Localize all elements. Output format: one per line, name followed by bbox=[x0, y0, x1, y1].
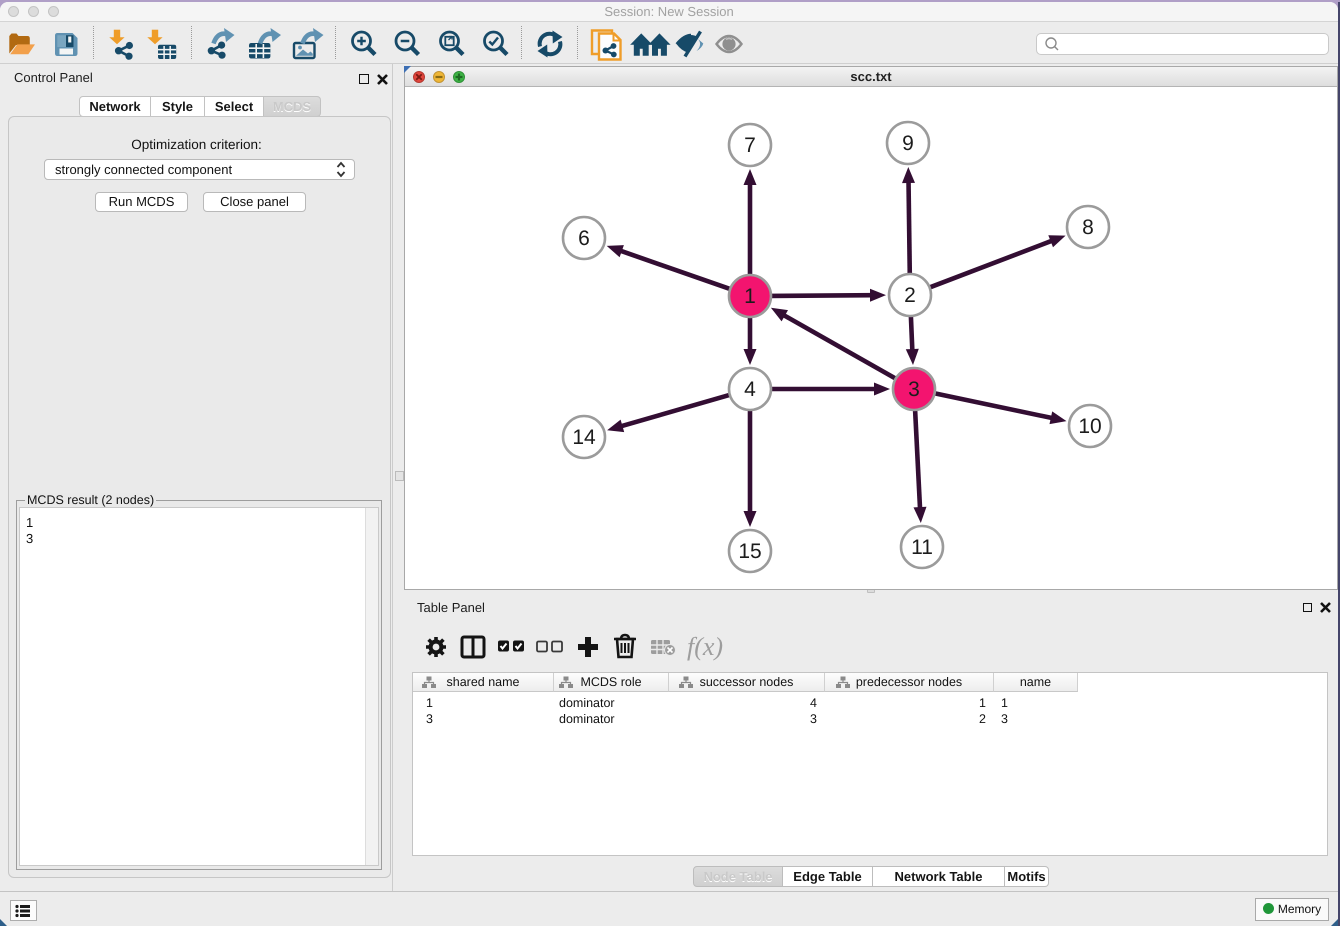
svg-text:10: 10 bbox=[1078, 415, 1101, 438]
svg-text:3: 3 bbox=[908, 378, 920, 401]
svg-text:4: 4 bbox=[744, 378, 756, 401]
svg-text:15: 15 bbox=[738, 540, 761, 563]
svg-text:f(x): f(x) bbox=[687, 632, 723, 661]
svg-text:9: 9 bbox=[902, 132, 914, 155]
svg-text:1: 1 bbox=[744, 285, 756, 308]
svg-text:8: 8 bbox=[1082, 216, 1094, 239]
svg-text:7: 7 bbox=[744, 134, 756, 157]
svg-text:6: 6 bbox=[578, 227, 590, 250]
svg-text:14: 14 bbox=[572, 426, 596, 449]
svg-text:2: 2 bbox=[904, 284, 916, 307]
svg-text:11: 11 bbox=[911, 536, 933, 559]
